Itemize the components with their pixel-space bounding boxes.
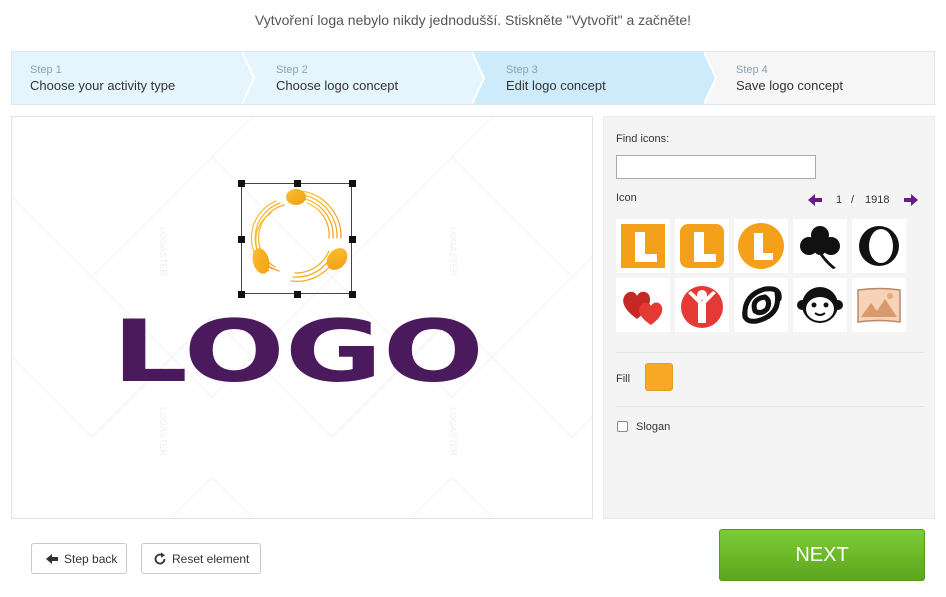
step-2-title: Choose logo concept bbox=[276, 78, 399, 93]
resize-handle[interactable] bbox=[294, 180, 301, 187]
letter-l-square-orange-icon[interactable] bbox=[616, 219, 670, 273]
clover-icon[interactable] bbox=[793, 219, 847, 273]
next-label: NEXT bbox=[795, 543, 849, 566]
fill-color-swatch[interactable] bbox=[645, 363, 673, 391]
resize-handle[interactable] bbox=[238, 180, 245, 187]
resize-handle[interactable] bbox=[349, 236, 356, 243]
step-1-title: Choose your activity type bbox=[30, 78, 176, 93]
step-2[interactable]: Step 2 Choose logo concept bbox=[242, 52, 482, 104]
svg-text:LOGASTER: LOGASTER bbox=[158, 227, 168, 277]
pager-total: 1918 bbox=[865, 194, 890, 206]
fill-label: Fill bbox=[616, 373, 631, 385]
step-3-title: Edit logo concept bbox=[506, 78, 606, 93]
panel-divider bbox=[616, 352, 924, 353]
panel-divider bbox=[616, 406, 924, 407]
arrow-right-icon[interactable] bbox=[904, 193, 918, 207]
find-icons-input[interactable] bbox=[616, 155, 816, 179]
resize-handle[interactable] bbox=[238, 236, 245, 243]
resize-handle[interactable] bbox=[349, 180, 356, 187]
edit-panel: Find icons: Icon 1 / 1918 Fill Slogan bbox=[603, 116, 935, 519]
ring-icon[interactable] bbox=[852, 219, 906, 273]
step-back-label: Step back bbox=[64, 551, 118, 566]
svg-text:LOGASTER: LOGASTER bbox=[158, 407, 168, 457]
step-back-button[interactable]: Step back bbox=[31, 543, 127, 574]
arrow-left-icon bbox=[45, 552, 59, 566]
step-2-number: Step 2 bbox=[276, 64, 308, 76]
logo-canvas[interactable]: LOGASTER LOGASTER LOGASTER LOGASTER LOGO bbox=[11, 116, 593, 519]
step-4[interactable]: Step 4 Save logo concept bbox=[704, 52, 934, 104]
logo-text-content: LOGO bbox=[112, 309, 484, 389]
slogan-checkbox[interactable] bbox=[617, 421, 628, 432]
resize-handle[interactable] bbox=[238, 291, 245, 298]
reset-element-label: Reset element bbox=[172, 551, 250, 566]
find-icons-label: Find icons: bbox=[616, 133, 670, 145]
step-4-number: Step 4 bbox=[736, 64, 768, 76]
icon-section-label: Icon bbox=[616, 192, 637, 204]
svg-text:LOGASTER: LOGASTER bbox=[448, 407, 458, 457]
swirl-icon[interactable] bbox=[734, 278, 788, 332]
step-1-number: Step 1 bbox=[30, 64, 62, 76]
letter-l-circle-orange-icon[interactable] bbox=[734, 219, 788, 273]
landscape-picture-icon[interactable] bbox=[852, 278, 906, 332]
person-arms-up-icon[interactable] bbox=[675, 278, 729, 332]
icon-pager: 1 / 1918 bbox=[808, 193, 920, 207]
svg-text:LOGASTER: LOGASTER bbox=[448, 227, 458, 277]
selection-box[interactable] bbox=[238, 180, 356, 298]
resize-handle[interactable] bbox=[349, 291, 356, 298]
pager-separator: / bbox=[851, 194, 855, 206]
step-4-title: Save logo concept bbox=[736, 78, 843, 93]
logo-text[interactable]: LOGO bbox=[108, 309, 488, 389]
monkey-face-icon[interactable] bbox=[793, 278, 847, 332]
hearts-icon[interactable] bbox=[616, 278, 670, 332]
pager-current: 1 bbox=[836, 194, 843, 206]
step-separator-chevron bbox=[242, 52, 268, 104]
step-separator-chevron bbox=[472, 52, 498, 104]
step-1[interactable]: Step 1 Choose your activity type bbox=[12, 52, 252, 104]
next-button[interactable]: NEXT bbox=[719, 529, 925, 581]
refresh-icon bbox=[153, 552, 167, 566]
slogan-label: Slogan bbox=[636, 421, 671, 433]
tagline: Vytvoření loga nebylo nikdy jednodušší. … bbox=[254, 12, 692, 28]
resize-handle[interactable] bbox=[294, 291, 301, 298]
step-3-number: Step 3 bbox=[506, 64, 538, 76]
steps-bar: Step 1 Choose your activity type Step 2 … bbox=[11, 51, 935, 105]
step-separator-chevron bbox=[704, 52, 730, 104]
step-3[interactable]: Step 3 Edit logo concept bbox=[472, 52, 722, 104]
reset-element-button[interactable]: Reset element bbox=[141, 543, 261, 574]
letter-l-rounded-orange-icon[interactable] bbox=[675, 219, 729, 273]
arrow-left-icon[interactable] bbox=[808, 193, 822, 207]
